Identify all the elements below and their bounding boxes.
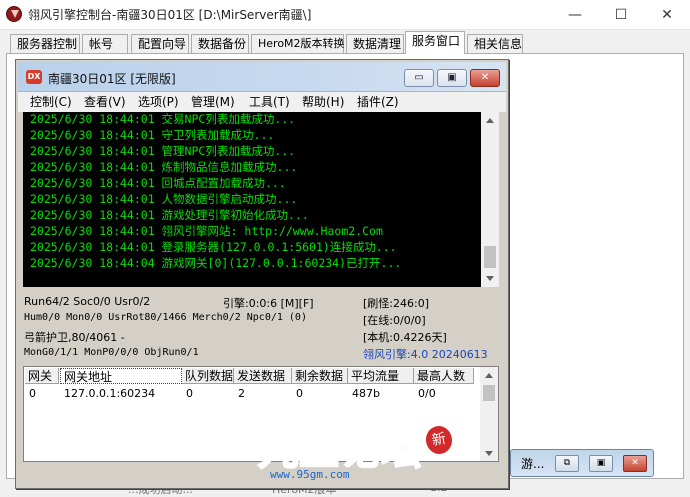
forum-watermark: 九五论坛 新 www.95gm.com [257,418,455,490]
tab-server-control[interactable]: 服务器控制 [10,34,80,54]
maximize-button[interactable]: ☐ [598,0,644,30]
menu-manage[interactable]: 管理(M) [191,94,235,110]
menu-tools[interactable]: 工具(T) [249,94,290,110]
tab-account[interactable]: 帐号 [82,34,128,54]
tab-service-window[interactable]: 服务窗口 [405,31,465,54]
menu-view[interactable]: 查看(V) [84,94,126,110]
cell-avg-traffic: 487b [352,387,380,400]
menu-plugins[interactable]: 插件(Z) [357,94,399,110]
tab-related-info[interactable]: 相关信息 [467,34,523,54]
column-header-max-users[interactable]: 最高人数 [414,368,474,384]
scrollbar-thumb[interactable] [483,385,495,401]
log-line: 2025/6/30 18:44:01 交易NPC列表加载成功... [30,112,296,126]
scroll-up-icon[interactable] [485,373,493,378]
console-scrollbar[interactable] [481,112,499,287]
cell-max-users: 0/0 [418,387,436,400]
column-header-remaining-data[interactable]: 剩余数据 [292,368,348,384]
cell-gateway: 0 [29,387,36,400]
scroll-down-icon[interactable] [486,276,494,281]
log-line: 2025/6/30 18:44:04 游戏网关[0](127.0.0.1:602… [30,256,402,270]
close-button[interactable]: ✕ [644,0,690,30]
console-titlebar[interactable]: DX 南疆30日01区 [无限版] ▭ ▣ ✕ [18,62,506,92]
scrollbar-thumb[interactable] [484,246,496,268]
status-online: [在线:0/0/0] [363,314,426,327]
menu-options[interactable]: 选项(P) [138,94,179,110]
log-line: 2025/6/30 18:44:01 游戏处理引擎初始化成功... [30,208,309,222]
status-run: Run64/2 Soc0/0 Usr0/2 [24,295,151,308]
status-panel: Run64/2 Soc0/0 Usr0/2 引擎:0:0:6 [M][F] [刷… [23,293,499,365]
minimized-window-title: 游... [521,457,545,471]
menu-bar: 控制(C) 查看(V) 选项(P) 管理(M) 工具(T) 帮助(H) 插件(Z… [18,92,506,112]
log-line: 2025/6/30 18:44:01 炼制物品信息加载成功... [30,160,298,174]
minimized-window[interactable]: 游... ⧉ ▣ ✕ [510,449,654,477]
column-header-queue-data[interactable]: 队列数据 [182,368,234,384]
log-line: 2025/6/30 18:44:01 人物数据引擎启动成功... [30,192,298,206]
log-line: 2025/6/30 18:44:01 登录服务器(127.0.0.1:5601)… [30,240,397,254]
scroll-down-icon[interactable] [485,451,493,456]
minimized-maximize-button[interactable]: ▣ [589,455,613,472]
log-line: 2025/6/30 18:44:01 守卫列表加载成功... [30,128,275,142]
tab-data-backup[interactable]: 数据备份 [191,34,249,54]
main-tabstrip: 服务器控制 帐号 配置向导 数据备份 HeroM2版本转换 数据清理 服务窗口 … [0,30,690,54]
app-titlebar: 翎风引擎控制台-南疆30日01区 [D:\MirServer南疆\] — ☐ ✕ [0,0,690,30]
cell-send-data: 2 [238,387,245,400]
watermark-url: www.95gm.com [270,468,350,481]
column-header-gateway[interactable]: 网关 [25,368,59,384]
log-line: 2025/6/30 18:44:01 回城点配置加载成功... [30,176,286,190]
cell-remaining-data: 0 [296,387,303,400]
minimized-restore-button[interactable]: ⧉ [555,455,579,472]
app-logo-icon [6,6,22,22]
log-line: 2025/6/30 18:44:01 管理NPC列表加载成功... [30,144,296,158]
console-title: 南疆30日01区 [无限版] [48,72,176,86]
cell-queue-data: 0 [186,387,193,400]
tab-config-wizard[interactable]: 配置向导 [131,34,189,54]
scroll-up-icon[interactable] [486,118,494,123]
menu-control[interactable]: 控制(C) [30,94,72,110]
tab-data-cleanup[interactable]: 数据清理 [346,34,404,54]
tab-herom2-convert[interactable]: HeroM2版本转换 [251,34,345,54]
window-title: 翎风引擎控制台-南疆30日01区 [D:\MirServer南疆\] [28,8,312,22]
status-refresh: [刷怪:246:0] [363,297,429,310]
status-mongo: MonG0/1/1 MonP0/0/0 ObjRun0/1 [24,347,199,358]
engine-version: 翎风引擎:4.0 20240613 [363,348,488,361]
column-header-gateway-address[interactable]: 网关地址 [60,368,182,384]
menu-help[interactable]: 帮助(H) [302,94,344,110]
status-engine: 引擎:0:0:6 [M][F] [223,297,314,310]
console-minimize-button[interactable]: ▭ [404,69,434,87]
status-archer: 弓箭护卫,80/4061 - [24,331,125,344]
log-console[interactable]: 2025/6/30 18:44:01 交易NPC列表加载成功... 2025/6… [23,112,499,287]
column-header-avg-traffic[interactable]: 平均流量 [348,368,414,384]
console-maximize-button[interactable]: ▣ [437,69,467,87]
minimize-button[interactable]: — [552,0,598,30]
minimized-close-button[interactable]: ✕ [623,455,647,472]
status-hum: Hum0/0 Mon0/0 UsrRot80/1466 Merch0/2 Npc… [24,312,307,323]
cell-gateway-address: 127.0.0.1:60234 [64,387,156,400]
dx-app-icon: DX [26,70,42,84]
console-close-button[interactable]: ✕ [470,69,500,87]
log-line: 2025/6/30 18:44:01 翎风引擎网站: http://www.Ha… [30,224,383,238]
status-local: [本机:0.4226天] [363,331,447,344]
table-scrollbar[interactable] [480,367,498,461]
column-header-send-data[interactable]: 发送数据 [234,368,292,384]
